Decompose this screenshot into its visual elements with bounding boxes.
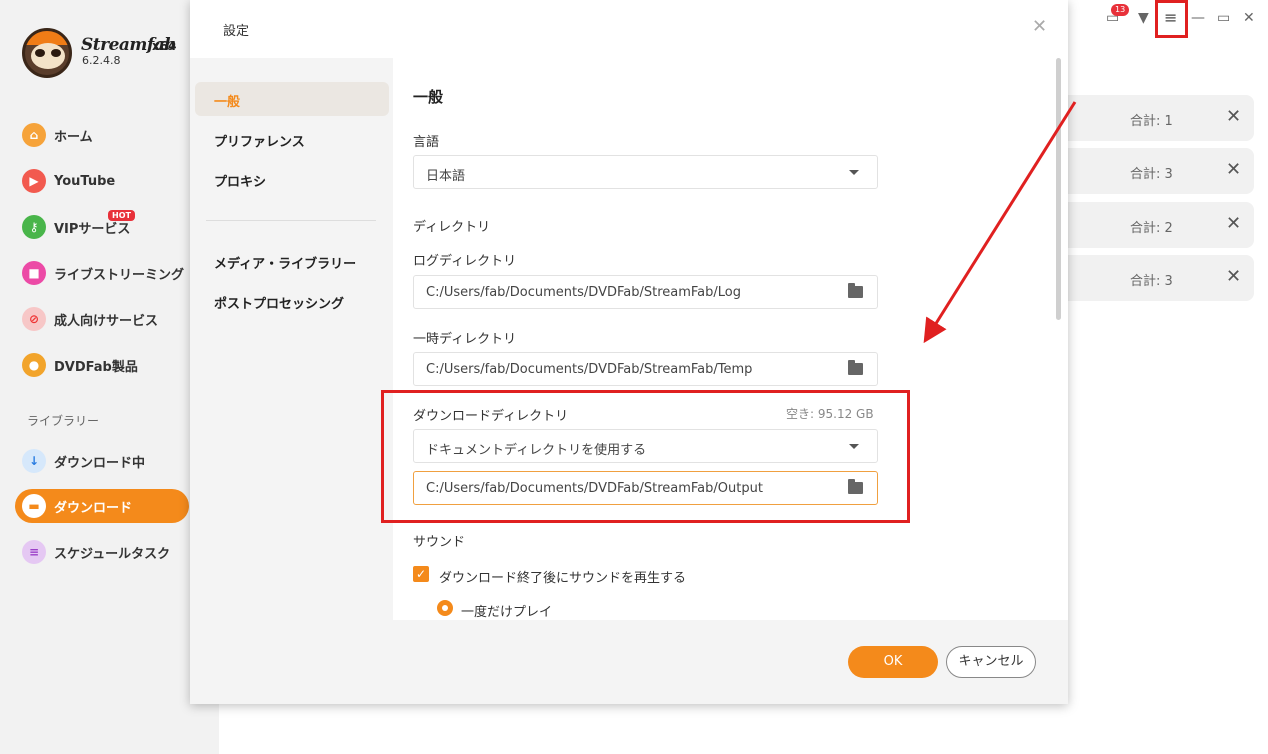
sidebar-item-label: スケジュールタスク	[54, 546, 171, 562]
remove-icon[interactable]: ✕	[1226, 266, 1241, 287]
sidebar-item-live-streaming[interactable]: ■ ライブストリーミング	[22, 256, 184, 290]
notification-badge: 13	[1111, 4, 1130, 16]
log-dir-value: C:/Users/fab/Documents/DVDFab/StreamFab/…	[426, 285, 742, 300]
directory-label: ディレクトリ	[413, 220, 491, 235]
section-general[interactable]: 一般	[214, 91, 240, 110]
dialog-footer: OK キャンセル	[393, 620, 1068, 704]
hot-badge: HOT	[108, 210, 135, 221]
sound-checkbox[interactable]: ✓	[413, 566, 429, 582]
streamfab-logo-icon	[22, 28, 72, 78]
task-total: 合計: 2	[1130, 221, 1173, 236]
close-icon[interactable]: ✕	[1243, 10, 1255, 26]
home-icon: ⌂	[22, 123, 46, 147]
section-heading: 一般	[413, 88, 444, 106]
sidebar-item-youtube[interactable]: ▶ YouTube	[22, 164, 115, 198]
annotation-highlight-box	[381, 390, 910, 523]
sidebar-item-schedule[interactable]: ≡ スケジュールタスク	[22, 535, 170, 569]
sidebar-item-downloaded[interactable]: ▬ ダウンロード	[22, 489, 132, 523]
arch-label: x64	[152, 39, 177, 53]
scrollbar[interactable]	[1056, 58, 1061, 320]
task-row[interactable]: 合計: 3 ✕	[1068, 148, 1254, 194]
dialog-close-icon[interactable]: ✕	[1032, 16, 1047, 37]
log-dir-field[interactable]: C:/Users/fab/Documents/DVDFab/StreamFab/…	[413, 275, 878, 309]
dialog-title: 設定	[223, 24, 250, 39]
video-camera-icon: ■	[22, 261, 46, 285]
task-total: 合計: 3	[1130, 167, 1173, 182]
task-total: 合計: 3	[1130, 274, 1173, 289]
task-total: 合計: 1	[1130, 114, 1173, 129]
remove-icon[interactable]: ✕	[1226, 106, 1241, 127]
sidebar-item-label: YouTube	[54, 173, 116, 189]
sidebar-item-label: 成人向けサービス	[54, 313, 159, 329]
log-dir-label: ログディレクトリ	[413, 254, 517, 269]
dialog-header: 設定 ✕	[190, 0, 1068, 58]
annotation-highlight-box	[1155, 0, 1188, 38]
library-section-label: ライブラリー	[27, 414, 100, 428]
folder-icon: ▬	[22, 494, 46, 518]
sidebar-item-label: ダウンロード	[54, 500, 133, 516]
key-icon: ⚷	[22, 215, 46, 239]
settings-dialog: 設定 ✕ 一般 プリファレンス プロキシ メディア・ライブラリー ポストプロセッ…	[190, 0, 1068, 704]
task-row[interactable]: 合計: 3 ✕	[1068, 255, 1254, 301]
language-select[interactable]: 日本語	[413, 155, 878, 189]
play-once-radio[interactable]	[437, 600, 453, 616]
app-sidebar: Streamfab x64 6.2.4.8 ⌂ ホーム ▶ YouTube ⚷ …	[0, 0, 219, 754]
task-row[interactable]: 合計: 1 ✕	[1068, 95, 1254, 141]
folder-icon[interactable]	[848, 360, 863, 375]
task-row[interactable]: 合計: 2 ✕	[1068, 202, 1254, 248]
chevron-down-icon	[849, 170, 859, 175]
folder-icon[interactable]	[848, 283, 863, 298]
sidebar-item-adult[interactable]: ⊘ 成人向けサービス	[22, 302, 158, 336]
temp-dir-value: C:/Users/fab/Documents/DVDFab/StreamFab/…	[426, 362, 753, 377]
sidebar-item-label: ライブストリーミング	[54, 267, 185, 283]
section-divider	[206, 220, 376, 221]
sound-checkbox-label: ダウンロード終了後にサウンドを再生する	[439, 571, 687, 586]
minimize-icon[interactable]: —	[1191, 10, 1205, 26]
dvdfab-logo-icon: ●	[22, 353, 46, 377]
section-proxy[interactable]: プロキシ	[214, 171, 266, 190]
sidebar-item-label: DVDFab製品	[54, 359, 138, 375]
play-once-label: 一度だけプレイ	[461, 605, 553, 620]
cancel-button[interactable]: キャンセル	[946, 646, 1036, 678]
download-arrow-icon: ↓	[22, 449, 46, 473]
maximize-icon[interactable]: ▭	[1217, 10, 1230, 26]
ok-button[interactable]: OK	[848, 646, 938, 678]
schedule-list-icon: ≡	[22, 540, 46, 564]
settings-sections: 一般 プリファレンス プロキシ メディア・ライブラリー ポストプロセッシング	[190, 58, 393, 704]
section-media-library[interactable]: メディア・ライブラリー	[214, 253, 356, 272]
language-value: 日本語	[426, 169, 466, 184]
section-preference[interactable]: プリファレンス	[214, 131, 305, 150]
shirt-icon[interactable]: ▼	[1138, 10, 1149, 26]
sidebar-item-label: ダウンロード中	[54, 455, 146, 471]
section-post-processing[interactable]: ポストプロセッシング	[214, 293, 344, 312]
sidebar-item-home[interactable]: ⌂ ホーム	[22, 118, 93, 152]
sound-label: サウンド	[413, 535, 466, 550]
settings-body: 一般 言語 日本語 ディレクトリ ログディレクトリ C:/Users/fab/D…	[393, 58, 1068, 620]
temp-dir-field[interactable]: C:/Users/fab/Documents/DVDFab/StreamFab/…	[413, 352, 878, 386]
temp-dir-label: 一時ディレクトリ	[413, 332, 517, 347]
youtube-icon: ▶	[22, 169, 46, 193]
sidebar-item-dvdfab[interactable]: ● DVDFab製品	[22, 348, 138, 382]
remove-icon[interactable]: ✕	[1226, 213, 1241, 234]
language-label: 言語	[413, 135, 440, 150]
sidebar-item-downloading[interactable]: ↓ ダウンロード中	[22, 444, 145, 478]
adult-block-icon: ⊘	[22, 307, 46, 331]
sidebar-item-label: ホーム	[54, 129, 93, 145]
version-label: 6.2.4.8	[82, 54, 121, 67]
remove-icon[interactable]: ✕	[1226, 159, 1241, 180]
